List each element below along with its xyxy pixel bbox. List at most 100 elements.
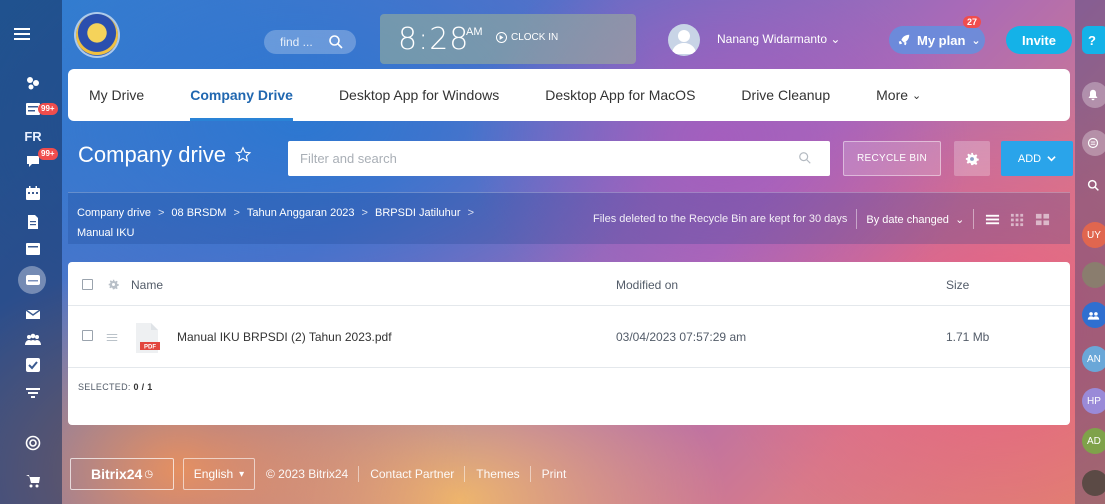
contacts-icon[interactable]	[24, 330, 42, 348]
filter-search-input[interactable]	[300, 151, 780, 166]
list-view-icon[interactable]	[985, 212, 1000, 227]
user-name-text: Nanang Widarmanto	[717, 32, 828, 46]
invite-button[interactable]: Invite	[1006, 26, 1072, 54]
language-label: English	[193, 467, 234, 481]
search-icon[interactable]	[328, 34, 344, 50]
fr-item[interactable]: FR	[24, 127, 42, 145]
avatar-ad[interactable]: AD	[1082, 428, 1105, 454]
feed-icon[interactable]	[24, 74, 42, 92]
table-row[interactable]: PDF Manual IKU BRPSDI (2) Tahun 2023.pdf…	[68, 306, 1070, 368]
header-search[interactable]	[264, 30, 356, 54]
avatar-hp[interactable]: HP	[1082, 388, 1105, 414]
drive-icon[interactable]	[24, 271, 42, 289]
my-plan-button[interactable]: My plan ⌄ 27	[889, 16, 985, 54]
calendar-icon[interactable]	[24, 184, 42, 202]
sort-label: By date changed	[866, 213, 949, 226]
breadcrumb-item[interactable]: Tahun Anggaran 2023	[247, 207, 355, 219]
breadcrumb-item[interactable]: BRPSDI Jatiluhur	[375, 207, 461, 219]
clock-time: 8:28	[398, 22, 470, 57]
recycle-note: Files deleted to the Recycle Bin are kep…	[593, 213, 848, 225]
toolbar-right: Files deleted to the Recycle Bin are kep…	[593, 209, 1050, 229]
gear-icon	[965, 152, 979, 165]
add-button[interactable]: ADD	[1001, 141, 1073, 176]
print-link[interactable]: Print	[542, 467, 567, 481]
file-size: 1.71 Mb	[946, 330, 990, 344]
company-logo[interactable]	[76, 14, 118, 56]
contact-partner-link[interactable]: Contact Partner	[370, 467, 454, 481]
right-sidebar: UY AN HP AD	[1075, 0, 1105, 504]
documents-icon[interactable]	[24, 213, 42, 231]
breadcrumb-item[interactable]: Company drive	[77, 207, 151, 219]
selection-counter: SELECTED: 0 / 1	[78, 382, 153, 392]
tab-more[interactable]: More ⌄	[876, 69, 921, 121]
tab-desktop-windows[interactable]: Desktop App for Windows	[339, 69, 499, 121]
bitrix24-label: Bitrix24	[90, 466, 143, 482]
breadcrumb-item[interactable]: 08 BRSDM	[171, 207, 226, 219]
star-icon[interactable]	[234, 146, 252, 164]
tab-my-drive[interactable]: My Drive	[89, 69, 144, 121]
cart-icon[interactable]	[24, 472, 42, 490]
recycle-bin-button[interactable]: RECYCLE BIN	[843, 141, 941, 176]
sort-dropdown[interactable]: By date changed ⌄	[866, 213, 964, 226]
menu-icon[interactable]	[14, 28, 30, 43]
breadcrumb-current[interactable]: Manual IKU	[77, 227, 134, 239]
my-plan-label: My plan	[917, 32, 966, 48]
file-table: Name Modified on Size PDF Manual IKU BRP…	[68, 262, 1070, 425]
gear-icon[interactable]	[108, 279, 119, 290]
search-icon[interactable]	[798, 151, 812, 165]
chevron-down-icon: ▾	[239, 468, 245, 480]
avatar-uy[interactable]: UY	[1082, 222, 1105, 248]
avatar-an[interactable]: AN	[1082, 346, 1105, 372]
play-icon	[496, 32, 507, 43]
chevron-down-icon	[1047, 156, 1056, 162]
column-modified[interactable]: Modified on	[616, 278, 678, 292]
checklist-icon[interactable]	[24, 356, 42, 374]
help-button[interactable]: ?	[1082, 26, 1105, 54]
filter-search[interactable]	[288, 141, 830, 176]
chevron-right-icon: >	[157, 207, 165, 219]
messages-icon[interactable]	[1082, 130, 1105, 156]
user-avatar[interactable]	[668, 24, 700, 56]
group-chat-icon[interactable]	[1082, 302, 1105, 328]
language-select[interactable]: English ▾	[183, 458, 255, 490]
mail-icon[interactable]	[24, 305, 42, 323]
my-plan-badge: 27	[963, 16, 982, 28]
add-label: ADD	[1017, 152, 1042, 165]
chevron-down-icon: ⌄	[830, 32, 841, 46]
filter-icon[interactable]	[24, 384, 42, 402]
sites-icon[interactable]	[24, 240, 42, 258]
themes-link[interactable]: Themes	[476, 467, 519, 481]
menu-icon[interactable]	[106, 331, 118, 343]
feed-badge: 99+	[38, 103, 58, 115]
grid-small-view-icon[interactable]	[1010, 212, 1025, 227]
tab-company-drive[interactable]: Company Drive	[190, 69, 293, 121]
column-name[interactable]: Name	[131, 278, 163, 292]
clock-widget[interactable]: 8:28 AM CLOCK IN	[380, 14, 636, 64]
clock-in-button[interactable]: CLOCK IN	[496, 32, 558, 43]
chevron-right-icon: >	[233, 207, 240, 219]
tab-desktop-macos[interactable]: Desktop App for MacOS	[545, 69, 695, 121]
grid-large-view-icon[interactable]	[1035, 212, 1050, 227]
header-search-input[interactable]	[280, 35, 326, 49]
row-checkbox[interactable]	[82, 330, 93, 341]
search-icon[interactable]	[1082, 172, 1105, 198]
tab-drive-cleanup[interactable]: Drive Cleanup	[741, 69, 830, 121]
divider	[856, 209, 858, 229]
avatar-photo[interactable]	[1082, 262, 1105, 288]
settings-button[interactable]	[954, 141, 990, 176]
page-title: Company drive	[78, 142, 252, 168]
chat-badge: 99+	[38, 148, 58, 160]
file-name[interactable]: Manual IKU BRPSDI (2) Tahun 2023.pdf	[177, 330, 392, 344]
notifications-icon[interactable]	[1082, 82, 1105, 108]
select-all-checkbox[interactable]	[82, 279, 93, 290]
target-icon[interactable]	[24, 434, 42, 452]
bitrix24-button[interactable]: Bitrix24 ◷	[70, 458, 174, 490]
chevron-right-icon: >	[467, 207, 475, 219]
chevron-right-icon: >	[361, 207, 368, 219]
file-modified: 03/04/2023 07:57:29 am	[616, 330, 747, 344]
column-size[interactable]: Size	[946, 278, 969, 292]
chevron-down-icon: ⌄	[955, 213, 965, 226]
avatar-photo-2[interactable]	[1082, 470, 1105, 496]
user-name[interactable]: Nanang Widarmanto ⌄	[717, 32, 840, 46]
divider	[358, 466, 360, 482]
